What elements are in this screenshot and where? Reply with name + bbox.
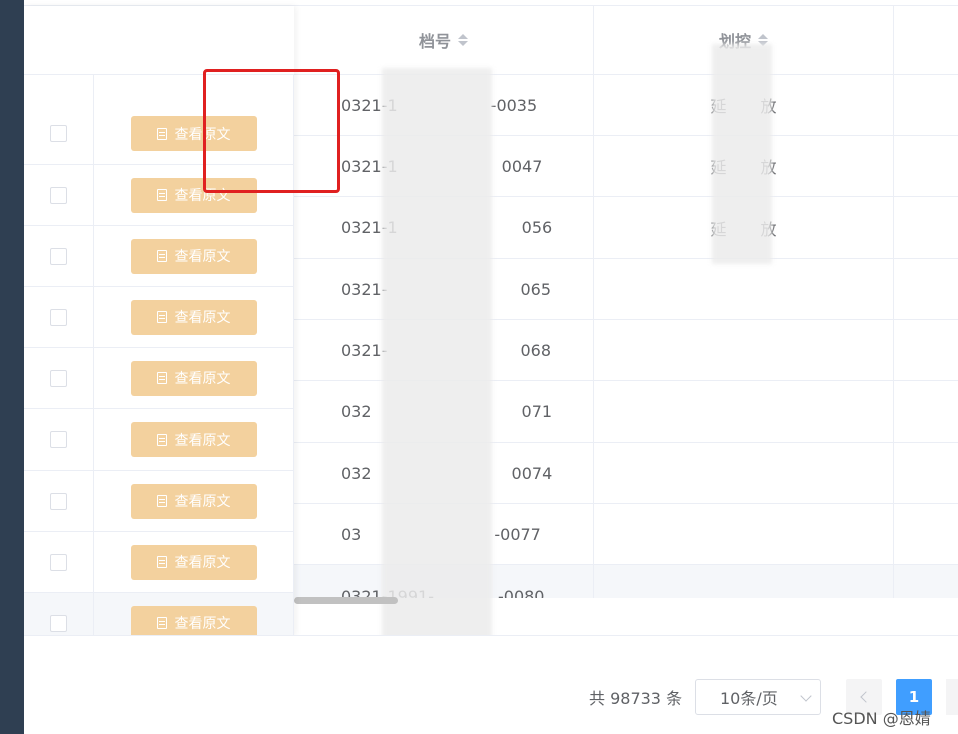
control-cell <box>594 443 894 503</box>
chevron-left-icon <box>860 691 872 703</box>
view-original-button[interactable]: 查看原文 <box>130 605 257 635</box>
operation-cell: 查看原文 <box>94 348 294 408</box>
row-checkbox-cell <box>24 593 94 635</box>
view-original-button[interactable]: 查看原文 <box>130 544 257 580</box>
table-row[interactable]: 查看原文 <box>24 593 294 635</box>
view-original-button[interactable]: 查看原文 <box>130 360 257 396</box>
row-checkbox-cell <box>24 287 94 347</box>
document-icon <box>156 311 167 323</box>
row-checkbox-cell <box>24 226 94 286</box>
row-checkbox-cell <box>24 532 94 592</box>
table-row[interactable]: 查看原文 <box>24 409 294 471</box>
redaction-mask <box>712 44 772 264</box>
header-doc-no-label: 档号 <box>418 32 451 51</box>
row-checkbox-cell <box>24 471 94 531</box>
row-checkbox-cell <box>24 348 94 408</box>
row-checkbox[interactable] <box>50 614 67 632</box>
view-original-button[interactable]: 查看原文 <box>130 422 257 457</box>
control-cell <box>594 504 894 564</box>
control-cell <box>594 259 894 319</box>
table-row[interactable]: 查看原文 <box>24 471 294 532</box>
document-icon <box>156 617 167 629</box>
chevron-down-icon <box>800 690 812 702</box>
operation-cell: 查看原文 <box>94 532 294 592</box>
row-checkbox[interactable] <box>50 247 67 265</box>
page-size-select[interactable]: 10条/页 <box>695 679 821 715</box>
operation-cell: 查看原文 <box>94 471 294 531</box>
row-checkbox[interactable] <box>50 492 67 510</box>
header-doc-no[interactable]: 档号 <box>294 6 594 74</box>
row-checkbox-cell <box>24 165 94 225</box>
redaction-mask <box>382 68 492 635</box>
operation-cell: 查看原文 <box>94 409 294 470</box>
table-row[interactable]: 查看原文 <box>24 287 294 348</box>
document-icon <box>156 433 167 446</box>
operation-cell: 查看原文 <box>94 226 294 286</box>
header-next-column <box>894 6 958 74</box>
document-icon <box>156 127 167 140</box>
highlight-box <box>203 69 340 193</box>
operation-cell: 查看原文 <box>94 593 294 635</box>
view-original-button[interactable]: 查看原文 <box>130 483 257 519</box>
row-checkbox-cell <box>24 409 94 470</box>
document-icon <box>156 495 167 507</box>
row-checkbox[interactable] <box>50 125 67 142</box>
control-cell <box>594 381 894 442</box>
fixed-header-spacer <box>24 6 294 75</box>
control-cell <box>594 320 894 380</box>
table-row[interactable]: 查看原文 <box>24 226 294 287</box>
document-icon <box>156 189 167 201</box>
row-checkbox[interactable] <box>50 431 67 448</box>
row-checkbox[interactable] <box>50 186 67 204</box>
table-row[interactable]: 查看原文 <box>24 532 294 593</box>
view-original-button[interactable]: 查看原文 <box>130 299 257 335</box>
row-checkbox[interactable] <box>50 553 67 571</box>
document-icon <box>156 372 167 384</box>
row-checkbox[interactable] <box>50 369 67 387</box>
archive-table: 操作 档号 划控 0321-1-0035 延放 0321-10047 延放 03 <box>24 0 958 636</box>
row-checkbox-cell <box>24 75 94 164</box>
next-page-button[interactable] <box>946 679 958 715</box>
operation-cell: 查看原文 <box>94 287 294 347</box>
sidebar-strip <box>0 0 24 734</box>
pagination-total: 共 98733 条 <box>589 689 683 708</box>
document-icon <box>156 250 167 262</box>
horizontal-scrollbar[interactable] <box>294 597 398 604</box>
watermark: CSDN @恩婧 <box>832 709 931 728</box>
view-original-button[interactable]: 查看原文 <box>130 238 257 274</box>
table-row[interactable]: 查看原文 <box>24 348 294 409</box>
row-checkbox[interactable] <box>50 308 67 326</box>
sort-icon[interactable] <box>458 34 468 46</box>
document-icon <box>156 556 167 568</box>
